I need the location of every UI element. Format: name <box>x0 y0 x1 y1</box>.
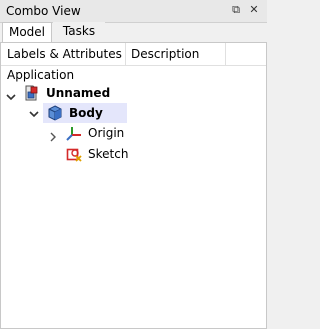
tree-item-label: Origin <box>88 126 125 140</box>
tree-item-label: Sketch <box>88 147 129 161</box>
tab-model-label: Model <box>8 25 46 39</box>
column-header-labels[interactable]: Labels & Attributes <box>7 47 122 61</box>
column-header-description[interactable]: Description <box>131 47 199 61</box>
tree-header: Labels & Attributes Description <box>1 43 266 66</box>
tree-item-origin[interactable]: Origin <box>1 123 266 143</box>
section-label-row: Application <box>1 65 266 85</box>
section-label: Application <box>7 68 75 82</box>
tab-bar: Model Tasks <box>0 22 267 43</box>
tree-item-label: Body <box>69 106 103 120</box>
tab-tasks[interactable]: Tasks <box>53 22 105 42</box>
tree-item-body[interactable]: Body <box>43 103 127 123</box>
tree-item-sketch[interactable]: Sketch <box>1 144 266 164</box>
origin-icon <box>66 125 82 141</box>
window-title: Combo View <box>6 4 81 18</box>
document-icon <box>23 85 39 101</box>
sketch-icon <box>66 146 82 162</box>
column-separator[interactable] <box>225 43 226 65</box>
tab-model[interactable]: Model <box>2 22 52 43</box>
column-separator[interactable] <box>125 43 126 65</box>
chevron-down-icon[interactable] <box>6 88 16 101</box>
float-button[interactable]: ⧉ <box>229 3 243 17</box>
tab-tasks-label: Tasks <box>62 24 96 38</box>
close-button[interactable]: ✕ <box>247 3 261 17</box>
title-bar: Combo View ⧉ ✕ <box>0 0 267 23</box>
tree-item-label: Unnamed <box>46 86 111 100</box>
chevron-down-icon[interactable] <box>29 108 39 118</box>
tree-item-unnamed[interactable]: Unnamed <box>1 83 266 103</box>
chevron-right-icon[interactable] <box>48 128 58 142</box>
body-icon <box>47 105 63 121</box>
tree-panel: Labels & Attributes Description Applicat… <box>0 42 267 329</box>
